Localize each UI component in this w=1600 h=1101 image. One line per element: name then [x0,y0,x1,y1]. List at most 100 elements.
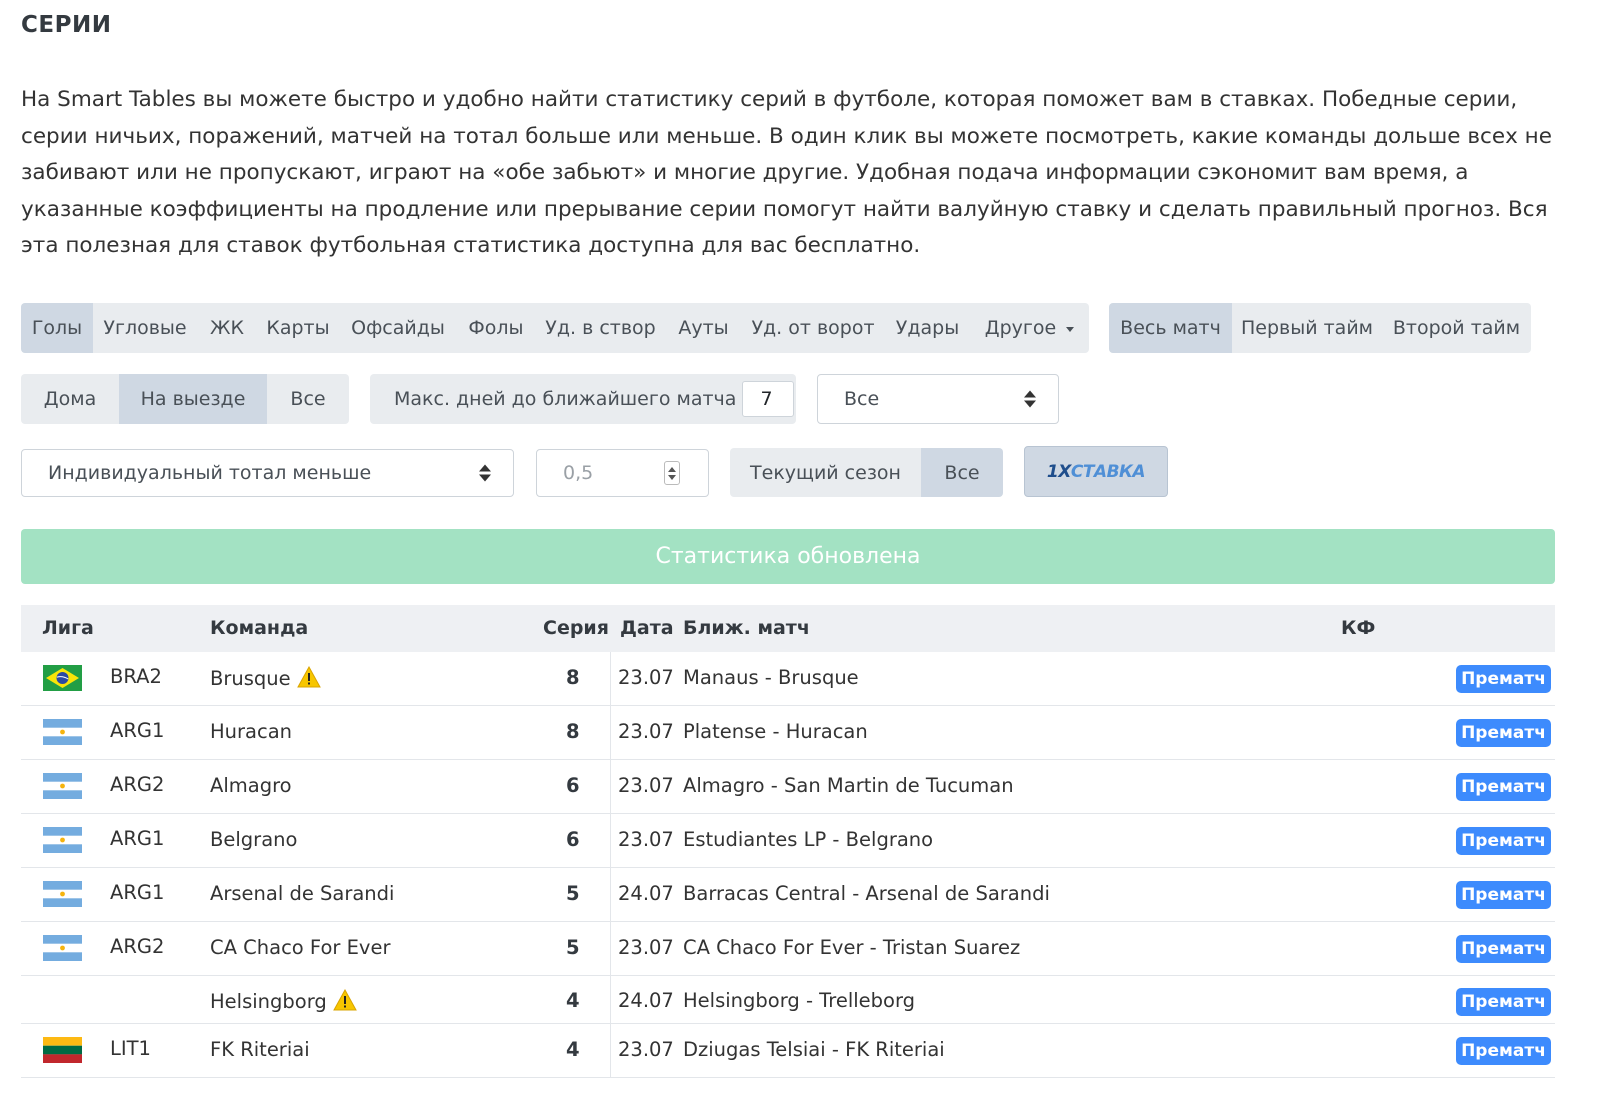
status-alert: Статистика обновлена [21,529,1555,584]
match-date: 24.07 [618,882,674,905]
prematch-button[interactable]: Прематч [1456,719,1551,747]
match-date: 23.07 [618,936,674,959]
league-code: LIT1 [110,1037,151,1060]
match-date: 23.07 [618,1038,674,1061]
threshold-value: 0,5 [563,462,594,484]
prematch-button[interactable]: Прематч [1456,881,1551,909]
next-match[interactable]: CA Chaco For Ever - Tristan Suarez [683,936,1020,959]
next-match[interactable]: Dziugas Telsiai - FK Riteriai [683,1038,945,1061]
series-count: 8 [566,720,580,743]
prematch-button[interactable]: Прематч [1456,827,1551,855]
series-type-value: Индивидуальный тотал меньше [48,462,372,484]
table-header: Лига Команда Серия Дата Ближ. матч КФ [21,605,1555,652]
league-code: ARG2 [110,935,165,958]
next-match[interactable]: Platense - Huracan [683,720,868,743]
days-filter-label: Макс. дней до ближайшего матча [394,388,737,410]
series-count: 5 [566,936,580,959]
page-title: СЕРИИ [21,12,112,38]
threshold-input[interactable]: 0,5 [536,449,709,497]
team-cell[interactable]: FK Riteriai [210,1038,310,1061]
bookmaker-logo-part2: СТАВКА [1070,461,1146,482]
period-tabs: Весь матч Первый тайм Второй тайм [1109,303,1531,353]
team-name: Almagro [210,774,292,797]
season-tabs: Текущий сезон Все [730,448,1003,497]
team-cell[interactable]: Helsingborg [210,988,357,1016]
table-body: BRA2 Brusque 8 23.07 Manaus - Brusque Прематч… [21,652,1555,1078]
flag-argentina-icon [43,935,82,961]
tab-all-venues[interactable]: Все [267,374,349,424]
tab-shots[interactable]: Удары [885,303,970,353]
team-cell[interactable]: Brusque [210,665,321,693]
tab-full-match[interactable]: Весь матч [1109,303,1232,353]
table-row: LIT1 FK Riteriai 4 23.07 Dziugas Telsiai - F… [21,1024,1555,1078]
tab-first-half[interactable]: Первый тайм [1232,303,1382,353]
next-match[interactable]: Estudiantes LP - Belgrano [683,828,933,851]
tab-away[interactable]: На выезде [119,374,267,424]
column-divider [610,706,611,759]
team-cell[interactable]: Almagro [210,774,292,797]
team-cell[interactable]: Arsenal de Sarandi [210,882,394,905]
flag-brazil-icon [43,665,82,691]
team-cell[interactable]: CA Chaco For Ever [210,936,390,959]
next-match[interactable]: Almagro - San Martin de Tucuman [683,774,1014,797]
tab-shots-on-target[interactable]: Уд. в створ [535,303,666,353]
team-name: FK Riteriai [210,1038,310,1061]
tab-corners[interactable]: Угловые [93,303,197,353]
tab-yellow-cards[interactable]: ЖК [197,303,257,353]
flag-lithuania-icon [43,1037,82,1063]
header-date: Дата [620,617,674,639]
tab-current-season[interactable]: Текущий сезон [730,448,921,497]
tab-all-seasons[interactable]: Все [921,448,1003,497]
tab-offsides[interactable]: Офсайды [339,303,457,353]
prematch-button[interactable]: Прематч [1456,665,1551,693]
intro-text: На Smart Tables вы можете быстро и удобн… [21,87,1552,259]
league-code: ARG1 [110,881,165,904]
prematch-button[interactable]: Прематч [1456,988,1551,1016]
tab-home[interactable]: Дома [21,374,119,424]
series-type-select[interactable]: Индивидуальный тотал меньше [21,449,514,497]
column-divider [610,922,611,975]
table-row: BRA2 Brusque 8 23.07 Manaus - Brusque Прематч [21,652,1555,706]
match-date: 24.07 [618,989,674,1012]
column-divider [610,652,611,705]
status-alert-text: Статистика обновлена [655,544,921,569]
days-input[interactable]: 7 [742,381,795,417]
stat-type-tabs: Голы Угловые ЖК Карты Офсайды Фолы Уд. в… [21,303,1089,353]
team-cell[interactable]: Huracan [210,720,292,743]
table-row: Helsingborg 4 24.07 Helsingborg - Trellebor… [21,976,1555,1024]
warning-icon [332,988,357,1016]
series-count: 6 [566,774,580,797]
header-kf: КФ [1341,617,1376,639]
series-count: 8 [566,666,580,689]
header-series: Серия [543,617,609,639]
chevron-down-icon [1066,326,1075,332]
prematch-button[interactable]: Прематч [1456,935,1551,963]
match-date: 23.07 [618,774,674,797]
series-count: 5 [566,882,580,905]
table-row: ARG2 CA Chaco For Ever 5 23.07 CA Chaco For … [21,922,1555,976]
league-select[interactable]: Все [817,374,1059,424]
prematch-button[interactable]: Прематч [1456,1037,1551,1065]
tab-goal-kicks[interactable]: Уд. от ворот [741,303,885,353]
match-date: 23.07 [618,666,674,689]
team-name: Belgrano [210,828,298,851]
header-team: Команда [210,617,309,639]
series-count: 4 [566,1038,580,1061]
spinner-icon[interactable] [664,461,680,485]
team-cell[interactable]: Belgrano [210,828,297,851]
bookmaker-logo-button[interactable]: 1X СТАВКА [1024,446,1168,497]
next-match[interactable]: Helsingborg - Trelleborg [683,989,915,1012]
tab-second-half[interactable]: Второй тайм [1382,303,1531,353]
series-count: 4 [566,989,580,1012]
next-match[interactable]: Barracas Central - Arsenal de Sarandi [683,882,1050,905]
tab-fouls[interactable]: Фолы [457,303,535,353]
tab-cards[interactable]: Карты [257,303,339,353]
tab-other-dropdown[interactable]: Другое [970,303,1089,353]
series-table: Лига Команда Серия Дата Ближ. матч КФ BR… [21,605,1555,1078]
table-row: ARG1 Huracan 8 23.07 Platense - Huracan Према… [21,706,1555,760]
next-match[interactable]: Manaus - Brusque [683,666,859,689]
prematch-button[interactable]: Прематч [1456,773,1551,801]
tab-throw-ins[interactable]: Ауты [666,303,741,353]
table-row: ARG2 Almagro 6 23.07 Almagro - San Martin de… [21,760,1555,814]
tab-goals[interactable]: Голы [21,303,93,353]
